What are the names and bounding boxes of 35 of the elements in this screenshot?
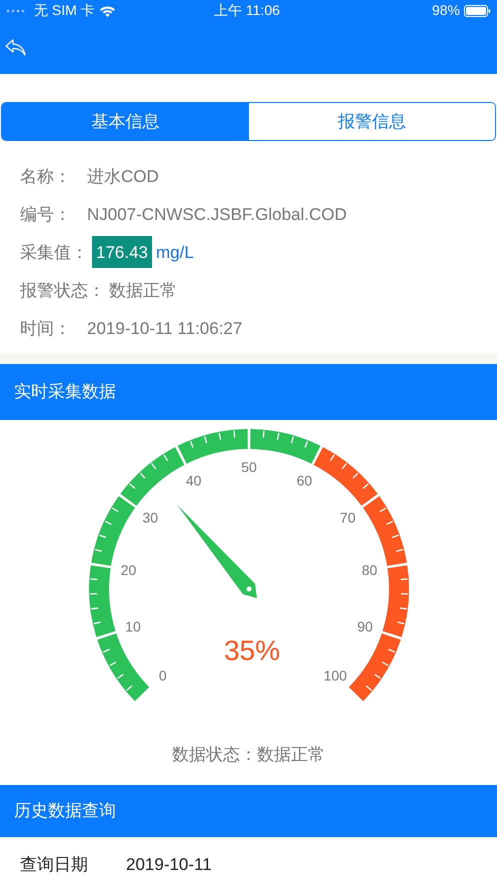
scale-label: 100 xyxy=(324,666,347,683)
field-label: 采集值： xyxy=(20,242,89,264)
field-label: 查询日期 xyxy=(20,854,89,876)
field-value: 2019-10-11 11:06:27 xyxy=(87,318,242,340)
back-icon xyxy=(5,38,27,57)
clock-text: 上午 11:06 xyxy=(214,1,280,20)
gauge-reading: 35% xyxy=(224,634,280,666)
field-value: 2019-10-11 xyxy=(126,854,212,876)
field-value: 数据正常 xyxy=(109,280,177,302)
tab[interactable]: 基本信息 xyxy=(2,102,248,140)
scale-label: 80 xyxy=(362,562,378,578)
scale-label: 50 xyxy=(241,458,257,475)
unit-text: mg/L xyxy=(156,242,194,264)
scale-label: 30 xyxy=(142,508,158,525)
wifi-icon xyxy=(98,4,116,17)
field-value: NJ007-CNWSC.JSBF.Global.COD xyxy=(87,204,347,226)
section-header: 实时采集数据 xyxy=(0,364,497,420)
carrier-text: 无 SIM 卡 xyxy=(34,1,95,20)
section-header: 历史数据查询 xyxy=(0,784,497,837)
data-status-text: 数据状态：数据正常 xyxy=(172,744,325,766)
field-label: 时间： xyxy=(20,318,72,340)
field-value: 进水COD xyxy=(87,166,159,188)
scale-label: 70 xyxy=(340,508,356,525)
scale-label: 90 xyxy=(357,618,373,634)
field-label: 编号： xyxy=(20,204,72,226)
scale-label: 40 xyxy=(186,472,202,488)
value-badge: 176.43 xyxy=(92,236,152,268)
scale-label: 10 xyxy=(125,618,141,634)
field-label: 报警状态： xyxy=(20,280,106,302)
scale-label: 0 xyxy=(158,666,167,683)
scale-label: 60 xyxy=(296,472,312,488)
battery-icon xyxy=(464,4,491,17)
battery-text: 98% xyxy=(432,1,460,20)
scale-label: 20 xyxy=(120,562,136,578)
field-label: 名称： xyxy=(20,166,72,188)
